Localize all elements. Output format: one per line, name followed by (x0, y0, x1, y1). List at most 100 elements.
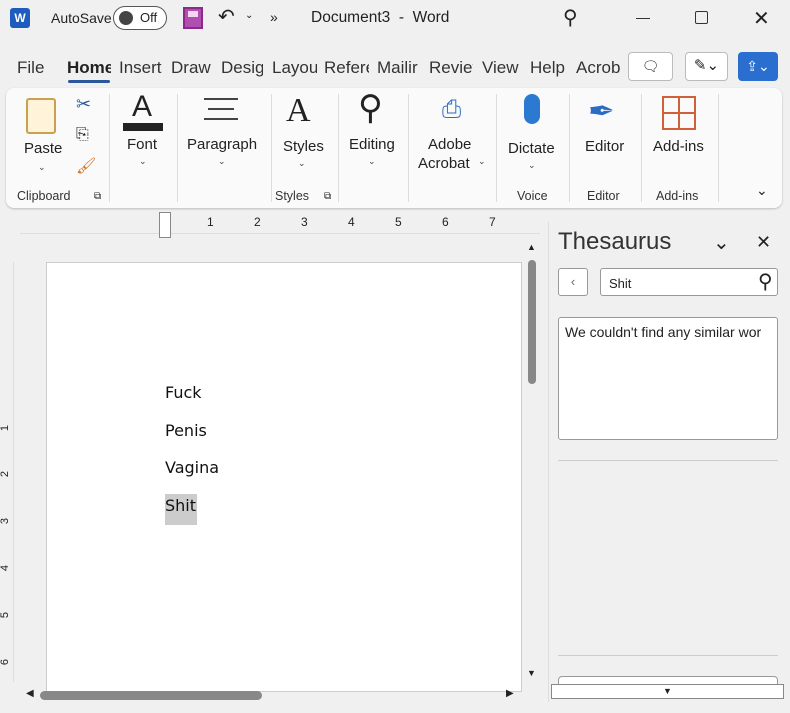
search-icon[interactable]: ⚲ (758, 269, 773, 294)
dictate-label: Dictate (508, 140, 555, 157)
vertical-scrollbar[interactable]: ▲ ▼ (524, 242, 538, 682)
editor-pen-icon: ✒ (588, 93, 615, 129)
paragraph-button[interactable]: Paragraph ⌄ (186, 92, 258, 178)
paragraph-icon (204, 98, 238, 120)
copy-icon[interactable]: ⎘ (76, 126, 89, 144)
autosave-label: AutoSave (51, 10, 112, 26)
tab-review[interactable]: Reviev (429, 58, 473, 78)
cut-icon[interactable]: ✂ (76, 94, 91, 115)
tab-home[interactable]: Home (67, 58, 111, 78)
tab-mailings[interactable]: Mailir (377, 58, 421, 78)
scroll-up-icon[interactable]: ▲ (527, 242, 536, 252)
tab-view[interactable]: View (482, 58, 519, 78)
editing-button[interactable]: ⚲ Editing ⌄ (344, 89, 404, 178)
adobe-acrobat-button[interactable]: ⎙ Adobe Acrobat ⌄ (414, 92, 490, 178)
ruler-number: 6 (0, 658, 12, 666)
ruler-number: 1 (207, 215, 214, 229)
styles-button[interactable]: A Styles ⌄ (278, 92, 330, 178)
document-page[interactable]: Fuck Penis Vagina Shit (46, 262, 522, 692)
word-logo-icon: W (10, 8, 30, 28)
add-ins-grid-icon (662, 96, 696, 130)
maximize-button[interactable] (695, 11, 708, 24)
document-line[interactable]: Penis (165, 421, 207, 440)
ruler-number: 3 (301, 215, 308, 229)
styles-icon: A (286, 92, 311, 129)
group-voice: Voice (517, 189, 548, 203)
add-ins-label: Add-ins (653, 138, 704, 155)
ruler-number: 5 (395, 215, 402, 229)
document-line[interactable]: Fuck (165, 383, 202, 402)
divider (558, 655, 778, 656)
dictate-button[interactable]: Dictate ⌄ (504, 92, 564, 178)
group-clipboard: Clipboard (17, 189, 71, 203)
indent-marker[interactable] (159, 212, 171, 238)
thesaurus-search-input[interactable]: Shit ⚲ (600, 268, 778, 296)
format-painter-icon[interactable]: 🖌 (76, 156, 96, 176)
tab-references[interactable]: Refere (324, 58, 369, 78)
active-tab-indicator (68, 80, 110, 83)
autosave-toggle[interactable]: Off (113, 6, 167, 30)
pane-title: Thesaurus (558, 228, 672, 255)
pane-close-icon[interactable]: ✕ (756, 232, 771, 253)
adobe-label: Adobe (428, 136, 472, 153)
font-button[interactable]: A Font ⌄ (116, 90, 172, 178)
horizontal-scrollbar[interactable]: ◀ ▶ (26, 688, 520, 702)
share-button[interactable]: ⇪⌄ (738, 52, 778, 81)
ruler-number: 4 (0, 564, 12, 572)
undo-icon[interactable]: ↶ (218, 4, 235, 29)
dropdown-popup[interactable]: ▼ (551, 684, 784, 699)
document-line[interactable]: Vagina (165, 458, 219, 477)
minimize-button[interactable] (636, 18, 650, 19)
scroll-down-icon[interactable]: ▼ (527, 668, 536, 678)
collapse-ribbon-icon[interactable]: ⌄ (756, 182, 768, 199)
ruler-number: 5 (0, 611, 12, 619)
paste-button[interactable]: Paste ⌄ (20, 94, 64, 176)
search-value: Shit (609, 276, 632, 291)
document-line-selected[interactable]: Shit (165, 494, 198, 525)
h-scroll-thumb[interactable] (40, 691, 262, 700)
horizontal-ruler[interactable]: 1 2 3 4 5 6 7 (20, 212, 540, 238)
tab-design[interactable]: Desig (221, 58, 263, 78)
tab-layout[interactable]: Layou (272, 58, 317, 78)
vertical-ruler[interactable]: 1 2 3 4 5 6 (0, 262, 14, 682)
magnifier-icon: ⚲ (358, 89, 383, 127)
ruler-number: 7 (489, 215, 496, 229)
tab-acrobat[interactable]: Acrob (576, 58, 620, 78)
search-icon[interactable]: ⚲ (563, 5, 578, 30)
paste-label: Paste (24, 140, 63, 157)
ruler-number: 3 (0, 517, 12, 525)
tab-file[interactable]: File (17, 58, 44, 78)
close-button[interactable]: ✕ (753, 6, 770, 31)
chevron-down-icon: ⌄ (38, 162, 46, 172)
ribbon-tabs: File Home Insert Draw Desig Layou Refere… (0, 50, 790, 86)
tab-help[interactable]: Help (530, 58, 565, 78)
back-button[interactable]: ‹ (558, 268, 588, 296)
save-icon[interactable] (183, 7, 203, 29)
ribbon: Paste ⌄ ✂ ⎘ 🖌 Clipboard ⧉ A Font ⌄ Parag… (6, 88, 782, 208)
group-editor: Editor (587, 189, 620, 203)
dialog-launcher-icon[interactable]: ⧉ (94, 191, 101, 202)
ruler-number: 1 (0, 424, 12, 432)
tab-insert[interactable]: Insert (119, 58, 164, 78)
scroll-left-icon[interactable]: ◀ (26, 688, 34, 699)
paragraph-label: Paragraph (187, 136, 258, 153)
ruler-number: 6 (442, 215, 449, 229)
add-ins-button[interactable]: Add-ins (648, 92, 714, 178)
more-commands-icon[interactable]: » (270, 9, 278, 25)
editor-button[interactable]: ✒ Editor (576, 92, 636, 178)
acrobat-label: Acrobat (418, 155, 470, 172)
dialog-launcher-icon[interactable]: ⧉ (324, 191, 331, 202)
comments-button[interactable]: 🗨 (628, 52, 673, 81)
tab-draw[interactable]: Draw (171, 58, 216, 78)
results-box: We couldn't find any similar wor (558, 317, 778, 440)
acrobat-icon: ⎙ (442, 96, 462, 123)
scroll-thumb[interactable] (528, 260, 536, 384)
font-icon: A (132, 90, 153, 123)
editor-label: Editor (585, 138, 625, 155)
scroll-right-icon[interactable]: ▶ (506, 688, 514, 699)
pane-options-icon[interactable]: ⌄ (713, 230, 730, 255)
editing-mode-button[interactable]: ✎⌄ (685, 52, 728, 81)
undo-dropdown-icon[interactable]: ⌄ (245, 10, 253, 21)
group-styles: Styles (275, 189, 310, 203)
thesaurus-pane: Thesaurus ⌄ ✕ ‹ Shit ⚲ We couldn't find … (548, 222, 790, 702)
